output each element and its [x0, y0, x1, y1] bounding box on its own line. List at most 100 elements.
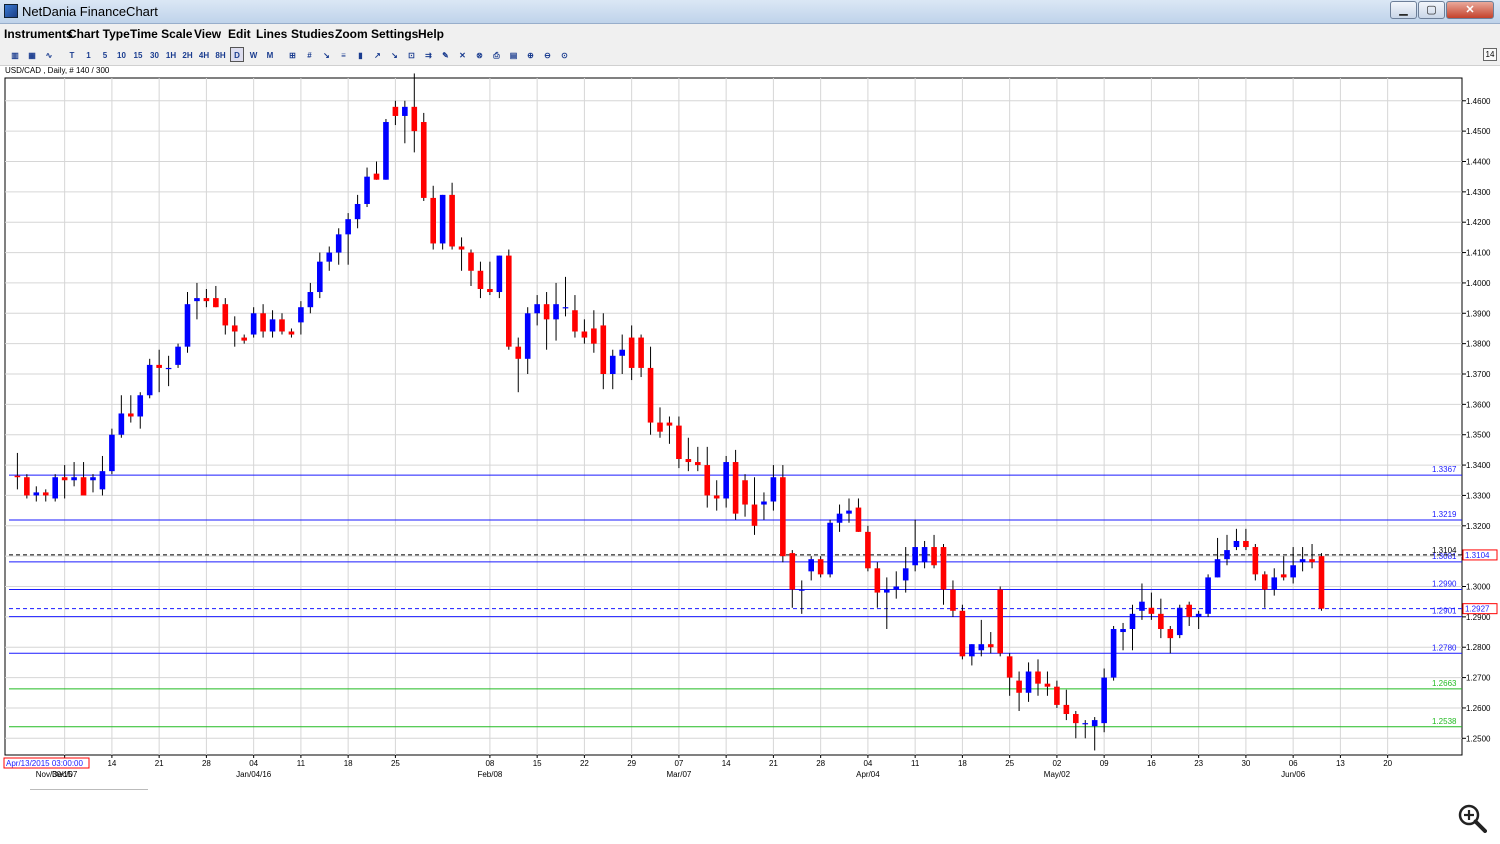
y-tick-label: 1.4500 — [1466, 127, 1491, 136]
level-label: 1.3367 — [1432, 465, 1457, 474]
candle-body — [61, 477, 68, 481]
candle-body — [1091, 720, 1098, 727]
candle-body — [213, 298, 219, 308]
candle-body — [827, 522, 833, 575]
candle-body — [713, 495, 720, 499]
candle-body — [1044, 683, 1051, 687]
candle-body — [1186, 604, 1192, 617]
y-tick-label: 1.3300 — [1466, 491, 1491, 500]
candle-body — [1129, 613, 1136, 630]
x-tick-label: 08 — [485, 759, 494, 768]
candle-body — [33, 492, 40, 496]
level-label: 1.2663 — [1432, 679, 1457, 688]
x-tick-date-label: May/02 — [1044, 770, 1071, 779]
y-tick-label: 1.3400 — [1466, 461, 1491, 470]
candle-body — [893, 586, 900, 590]
y-tick-label: 1.2700 — [1466, 674, 1491, 683]
candle-body — [71, 477, 77, 481]
x-tick-date-label: Jun/06 — [1281, 770, 1306, 779]
candle-body — [902, 568, 909, 581]
candle-body — [1252, 547, 1259, 575]
candle-body — [1243, 540, 1249, 548]
candle-body — [1233, 540, 1240, 548]
y-tick-label: 1.4000 — [1466, 279, 1491, 288]
candle-body — [203, 298, 210, 302]
x-tick-label: 16 — [1147, 759, 1156, 768]
x-tick-label: 06 — [1289, 759, 1298, 768]
candle-body — [1063, 704, 1070, 715]
x-tick-label: 11 — [297, 759, 306, 768]
candle-body — [420, 122, 427, 198]
price-tag-label: 1.2927 — [1465, 605, 1490, 614]
candle-body — [99, 471, 106, 490]
candle-body — [1158, 613, 1164, 630]
price-chart[interactable]: 1.2500 1.2600 1.2700 1.2800 1.2900 1.3000 1.31… — [0, 0, 1500, 790]
status-divider — [30, 789, 148, 790]
candle-body — [279, 319, 285, 332]
candle-body — [1280, 574, 1287, 578]
x-tick-label: 18 — [344, 759, 353, 768]
candle-body — [411, 106, 418, 132]
candle-body — [1082, 723, 1089, 725]
x-tick-label: 23 — [1194, 759, 1203, 768]
y-tick-label: 1.2600 — [1466, 704, 1491, 713]
candle-body — [1110, 629, 1117, 678]
candle-body — [269, 319, 276, 332]
candle-body — [865, 531, 871, 569]
candle-body — [685, 459, 692, 463]
candle-body — [250, 313, 257, 335]
candle-body — [1318, 556, 1325, 609]
candle-body — [846, 510, 852, 514]
candle-body — [808, 559, 814, 572]
candle-body — [931, 547, 937, 566]
candle-body — [364, 176, 370, 204]
candle-body — [912, 547, 918, 566]
candle-body — [146, 364, 153, 396]
candle-body — [392, 106, 399, 116]
y-tick-label: 1.4600 — [1466, 97, 1491, 106]
candle-body — [600, 325, 607, 374]
candle-body — [723, 462, 729, 499]
x-tick-label: 14 — [722, 759, 731, 768]
x-tick-label: 28 — [816, 759, 825, 768]
x-tick-label: 20 — [1383, 759, 1392, 768]
candle-body — [562, 307, 569, 309]
candle-body — [770, 477, 777, 502]
candle-body — [666, 422, 673, 426]
candle-body — [260, 313, 266, 332]
candle-body — [1120, 629, 1126, 633]
x-tick-label: 30 — [1241, 759, 1250, 768]
candle-body — [90, 477, 96, 481]
candle-body — [487, 288, 493, 293]
candle-body — [987, 644, 994, 648]
candle-body — [383, 122, 389, 180]
x-tick-date-label: Feb/08 — [477, 770, 502, 779]
candle-body — [751, 504, 758, 526]
candle-body — [884, 589, 890, 593]
candle-body — [676, 425, 682, 460]
magnifier-plus-icon[interactable] — [1457, 803, 1487, 833]
candle-body — [1167, 629, 1174, 639]
candle-body — [647, 367, 654, 423]
candle-body — [1101, 677, 1107, 724]
candle-body — [373, 173, 380, 180]
y-tick-label: 1.2500 — [1466, 734, 1491, 743]
y-tick-label: 1.4100 — [1466, 249, 1491, 258]
x-tick-label: 09 — [1100, 759, 1109, 768]
level-label: 1.2538 — [1432, 717, 1457, 726]
x-tick-label: 14 — [107, 759, 116, 768]
candle-body — [468, 252, 474, 271]
candle-body — [997, 589, 1003, 654]
candle-body — [553, 304, 559, 320]
candle-body — [184, 304, 191, 347]
candle-body — [742, 480, 748, 505]
x-tick-label: 18 — [958, 759, 967, 768]
candle-body — [950, 589, 956, 611]
candle-body — [543, 304, 550, 320]
x-tick-label: 25 — [1005, 759, 1014, 768]
x-tick-label: 25 — [391, 759, 400, 768]
x-tick-label: 22 — [580, 759, 589, 768]
x-tick-label: 02 — [1052, 759, 1061, 768]
x-start-date-label: Nov/30/15 — [36, 770, 73, 779]
candle-body — [1224, 550, 1230, 560]
